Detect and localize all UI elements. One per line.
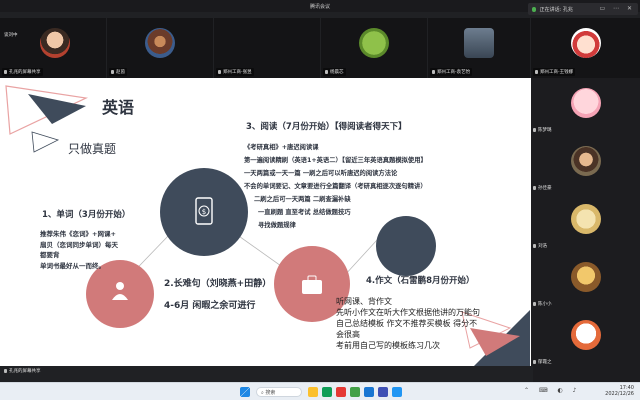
section1-title: 1、单词（3月份开始） — [42, 210, 131, 220]
mic-icon — [533, 243, 536, 248]
screen-share-label: 孔兆的屏幕共享 — [2, 366, 533, 382]
participant-name: 孙佳豪 — [533, 185, 552, 191]
section3-title: 3、阅读（7月份开始）【得阅读者得天下】 — [246, 122, 407, 132]
mic-icon — [218, 69, 221, 74]
speaking-indicator: 正在讲话: 孔兆 ▭ ⋯ ✕ — [528, 3, 638, 15]
section3-line: 不会的单词要记、文章要进行全篇翻译（考研真相逐次逐句精讲） — [244, 183, 427, 190]
shared-slide: $ 英语 只做真题 1、单词（3月份开始） 推荐朱伟《恋词》+网课+ 扇贝（恋词… — [0, 78, 531, 366]
section1-line: 推荐朱伟《恋词》+网课+ — [40, 230, 116, 238]
avatar — [464, 28, 494, 58]
avatar — [571, 28, 601, 58]
participant-tile[interactable]: 陈小小 — [531, 252, 640, 310]
speaking-controls[interactable]: ▭ ⋯ ✕ — [599, 5, 635, 12]
participant-name: 杨晨芯 — [323, 68, 346, 76]
mic-icon — [111, 69, 114, 74]
taskbar: ⌕ 搜索 ⌃ ⌨ ◐ ♪ 17:40 2022/12/26 — [0, 382, 640, 400]
section4-title: 4.作文（石雷鹏8月份开始） — [366, 276, 475, 286]
avatar — [40, 28, 70, 58]
handwritten-line: 考前用自己写的模板练习几次 — [336, 341, 440, 350]
section3-line: 一直刷题 直至考试 总结做题技巧 — [258, 209, 351, 216]
clock[interactable]: 17:40 2022/12/26 — [605, 385, 634, 397]
participant-sidebar: 陈梦璐 孙佳豪 刘浩 陈小小 郁霞之 — [531, 78, 640, 382]
participant-tile[interactable]: 赵茵 — [107, 18, 213, 78]
folder-icon[interactable] — [308, 387, 318, 397]
section1-line: 都要背 — [40, 251, 60, 259]
speaking-text: 正在讲话: 孔兆 — [539, 7, 573, 13]
section2-title: 2.长难句（刘晓燕+田静） — [164, 279, 272, 289]
section3-line: 寻找做题规律 — [258, 222, 296, 229]
participant-tile[interactable]: 郑州工商-袁艺怡 — [428, 18, 530, 78]
clock-date: 2022/12/26 — [605, 391, 634, 397]
meeting-window: 腾讯会议 – □ ✕ 正在讲话: 孔兆 ▭ ⋯ ✕ 谈刘中 孔兆的屏幕共享 赵茵… — [0, 0, 640, 382]
handwritten-line: 先听小作文在听大作文根据他讲的万能句 — [336, 308, 480, 317]
section3-line: 《考研真相》+唐迟阅读课 — [244, 144, 319, 151]
section3-list: 《考研真相》+唐迟阅读课 第一遍阅读精刷（英语1+英语二）【留近三年英语真题模拟… — [244, 142, 427, 233]
app-icon[interactable] — [392, 387, 402, 397]
section1-line: 扇贝（恋词同步单词）每天 — [40, 240, 118, 249]
participant-name: 赵茵 — [109, 68, 127, 76]
avatar — [145, 28, 175, 58]
system-tray-icons[interactable]: ⌃ ⌨ ◐ ♪ — [524, 387, 580, 394]
mic-icon — [535, 69, 538, 74]
participant-name: 刘浩 — [533, 243, 547, 249]
small-outline-triangle-decoration — [31, 131, 60, 153]
participant-tile[interactable]: 郑州工商-王钱娜 — [531, 18, 640, 78]
section1-line: 单词书最好从一而终。 — [40, 261, 105, 270]
slide-subtitle: 只做真题 — [68, 142, 117, 156]
participant-tile[interactable]: 杨晨芯 — [321, 18, 427, 78]
participant-name: 陈小小 — [533, 301, 552, 307]
taskbar-search[interactable]: ⌕ 搜索 — [256, 387, 302, 397]
mic-icon — [432, 69, 435, 74]
participant-strip: 谈刘中 孔兆的屏幕共享 赵茵 郑州工商-张昱 杨晨芯 郑州工商-袁艺怡 郑州工商… — [0, 18, 640, 78]
mic-icon — [533, 301, 536, 306]
mic-icon — [4, 69, 7, 74]
participant-tile[interactable]: 郑州工商-张昱 — [214, 18, 320, 78]
avatar — [571, 262, 601, 292]
mic-icon — [533, 359, 536, 364]
participant-name: 郑州工商-张昱 — [216, 68, 254, 76]
windows-start-icon[interactable] — [240, 387, 250, 397]
avatar — [571, 88, 601, 118]
edge-icon[interactable] — [364, 387, 374, 397]
svg-text:$: $ — [202, 208, 206, 216]
participant-name: 郁霞之 — [533, 359, 552, 365]
slide-title: 英语 — [102, 98, 135, 117]
participant-tile[interactable]: 刘浩 — [531, 194, 640, 252]
mic-icon — [533, 185, 536, 190]
participant-tile[interactable]: 郁霞之 — [531, 310, 640, 368]
section3-line: 一天两篇或一天一篇 一刷之后可以听唐迟的阅读方法论 — [244, 170, 398, 177]
participant-name: 孔兆的屏幕共享 — [2, 68, 43, 76]
tile-top-label: 谈刘中 — [4, 33, 18, 38]
slate-triangle-decoration — [28, 94, 86, 124]
handwritten-line: 自己总结模板 作文不推荐买模板 得分不 — [336, 319, 478, 328]
participant-name: 郑州工商-袁艺怡 — [430, 68, 473, 76]
handwritten-notes: 听网课、背作文 先听小作文在听大作文根据他讲的万能句 自己总结模板 作文不推荐买… — [336, 296, 480, 351]
section2-subtitle: 4-6月 闲暇之余可进行 — [164, 301, 256, 311]
participant-tile[interactable]: 谈刘中 孔兆的屏幕共享 — [0, 18, 106, 78]
mic-icon — [532, 7, 536, 12]
participant-tile[interactable]: 陈梦璐 — [531, 78, 640, 136]
browser-icon[interactable] — [322, 387, 332, 397]
section3-line: 二刷之后可一天两篇 二刷查漏补缺 — [254, 196, 351, 203]
avatar — [571, 204, 601, 234]
section1-list: 推荐朱伟《恋词》+网课+ 扇贝（恋词同步单词）每天 都要背 单词书最好从一而终。 — [40, 228, 118, 270]
app-icon[interactable] — [336, 387, 346, 397]
mic-icon — [533, 127, 536, 132]
participant-tile[interactable]: 孙佳豪 — [531, 136, 640, 194]
avatar — [571, 320, 601, 350]
mic-icon — [4, 368, 7, 373]
participant-name: 郑州工商-王钱娜 — [533, 68, 576, 76]
mic-icon — [325, 69, 328, 74]
section3-line: 第一遍阅读精刷（英语1+英语二）【留近三年英语真题模拟使用】 — [244, 157, 427, 164]
participant-name: 陈梦璐 — [533, 127, 552, 133]
handwritten-line: 听网课、背作文 — [336, 297, 392, 306]
meeting-app-icon[interactable] — [378, 387, 388, 397]
handwritten-line: 会很高 — [336, 330, 360, 339]
avatar — [571, 146, 601, 176]
avatar — [359, 28, 389, 58]
wechat-icon[interactable] — [350, 387, 360, 397]
